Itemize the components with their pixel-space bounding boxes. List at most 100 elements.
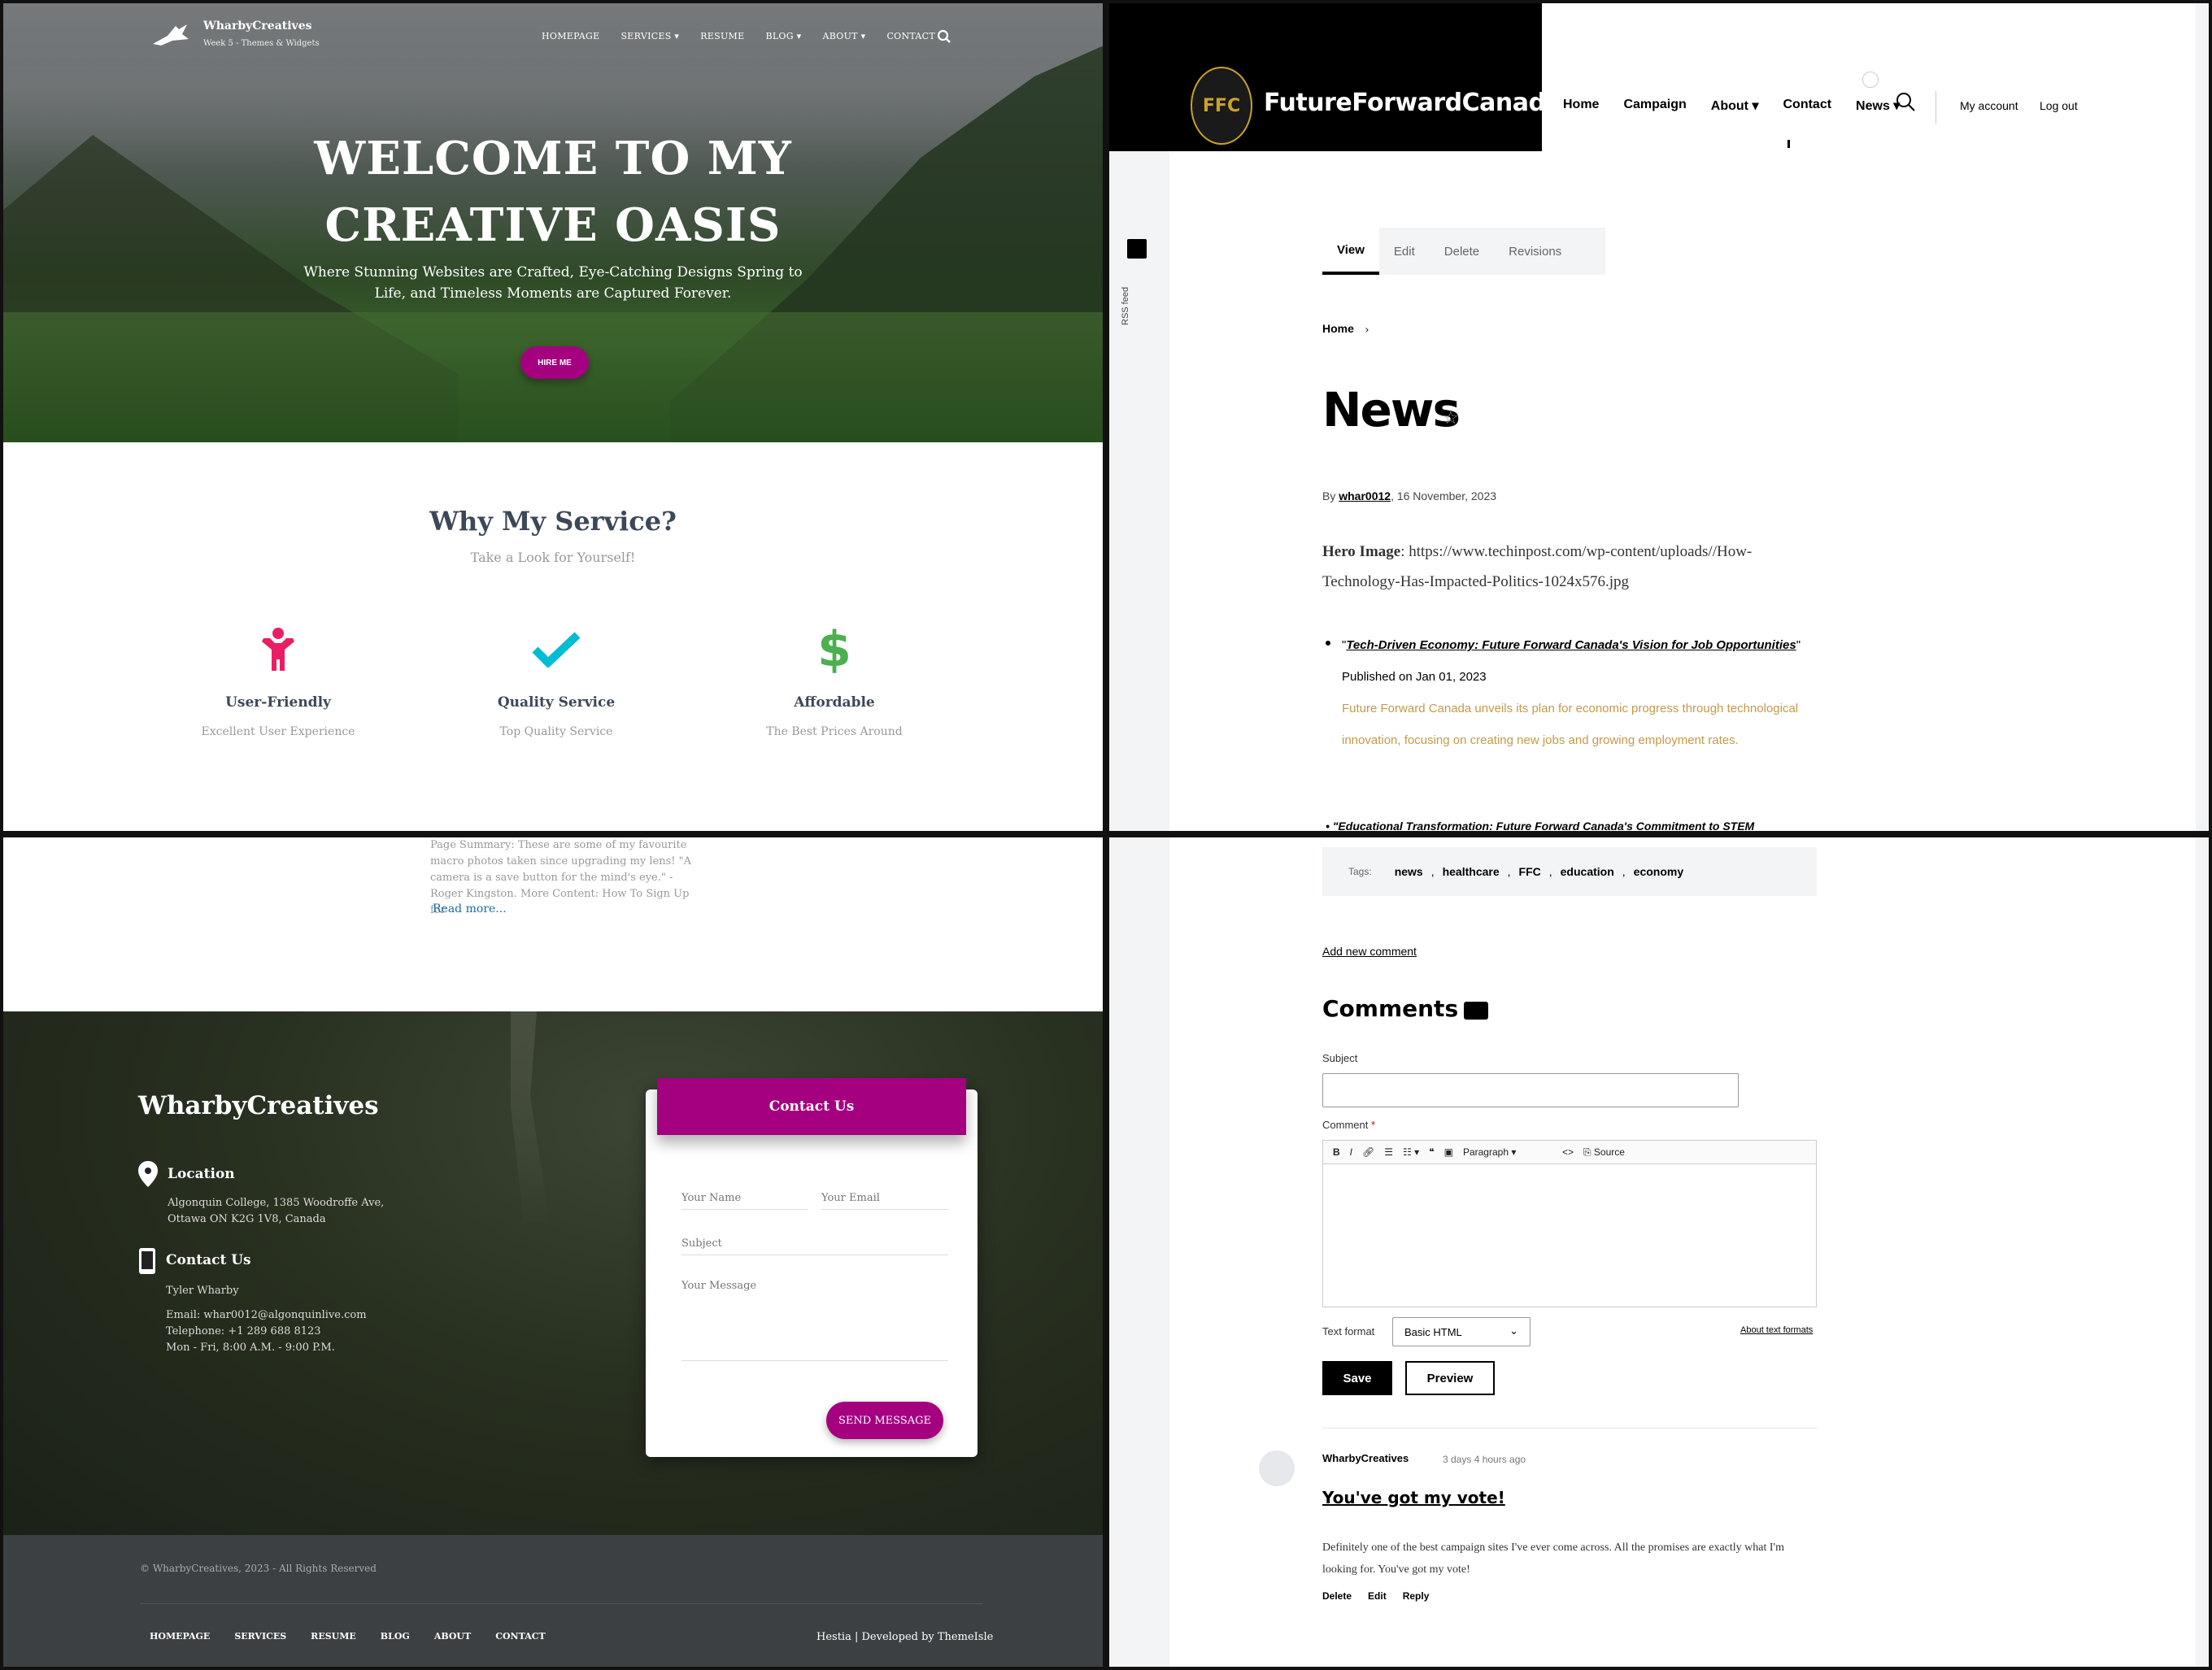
feature-user-friendly: User-Friendly Excellent User Experience: [156, 621, 400, 738]
footer-bar: [3, 1535, 1103, 1667]
comment-title-link[interactable]: You've got my vote!: [1322, 1488, 1505, 1507]
log-out-link[interactable]: Log out: [2040, 99, 2078, 112]
menu-item-resume[interactable]: RESUME: [700, 31, 744, 41]
contact-info-block: Contact Us Tyler Wharby Email: whar0012@…: [138, 1247, 367, 1354]
contact-hours: Mon - Fri, 8:00 A.M. - 9:00 P.M.: [166, 1342, 335, 1354]
search-icon[interactable]: [1895, 91, 1916, 112]
contact-form-header: Contact Us: [657, 1078, 966, 1135]
menu-item-news[interactable]: News ▾: [1856, 98, 1900, 114]
comment-reply-link[interactable]: Reply: [1403, 1590, 1430, 1602]
link-icon[interactable]: 🔗︎: [1362, 1146, 1374, 1158]
tag-link[interactable]: news: [1395, 865, 1423, 878]
comment-actions: Delete Edit Reply: [1322, 1590, 1429, 1602]
hire-me-button[interactable]: HIRE ME: [520, 346, 589, 379]
comment-delete-link[interactable]: Delete: [1322, 1590, 1352, 1602]
add-new-comment-link[interactable]: Add new comment: [1322, 945, 1417, 958]
source-button[interactable]: ⎘ Source: [1583, 1146, 1625, 1159]
location-title: Location: [168, 1166, 235, 1182]
image-icon[interactable]: ▣: [1444, 1146, 1453, 1158]
tag-link[interactable]: education: [1561, 865, 1614, 878]
read-more-link[interactable]: Read more...: [433, 902, 507, 915]
footer-link-blog[interactable]: BLOG: [381, 1631, 410, 1642]
hero-image-field: Hero Image: https://www.techinpost.com/w…: [1322, 543, 1753, 590]
footer-link-services[interactable]: SERVICES: [234, 1631, 286, 1642]
italic-button[interactable]: I: [1350, 1146, 1352, 1158]
article-link[interactable]: Tech-Driven Economy: Future Forward Cana…: [1346, 638, 1796, 652]
comment-author[interactable]: WharbyCreatives: [1322, 1452, 1409, 1464]
feature-title: User-Friendly: [225, 694, 331, 711]
byline: By whar0012, 16 November, 2023: [1322, 489, 1497, 502]
code-icon[interactable]: <>: [1562, 1146, 1574, 1158]
drupal-news-top-panel: FFC FutureForwardCanada Home Campaign Ab…: [1109, 3, 2209, 831]
hero-title: WELCOME TO MY CREATIVE OASIS: [314, 132, 792, 252]
comment-edit-link[interactable]: Edit: [1368, 1590, 1387, 1602]
preview-button[interactable]: Preview: [1405, 1361, 1495, 1395]
menu-item-contact[interactable]: Contact: [1783, 98, 1831, 114]
message-textarea[interactable]: [681, 1280, 948, 1361]
about-text-formats-link[interactable]: About text formats: [1740, 1325, 1813, 1335]
footer-link-about[interactable]: ABOUT: [434, 1631, 471, 1642]
rss-feed-label[interactable]: RSS feed: [1121, 287, 1130, 325]
star-icon[interactable]: ☆: [1443, 408, 1459, 428]
my-account-link[interactable]: My account: [1960, 99, 2018, 112]
tag-link[interactable]: FFC: [1519, 865, 1541, 878]
tag-link[interactable]: healthcare: [1443, 865, 1500, 878]
name-input[interactable]: [681, 1192, 808, 1210]
tab-delete[interactable]: Delete: [1430, 228, 1494, 275]
footer-contact-section: WharbyCreatives Location Algonquin Colle…: [3, 1011, 1103, 1535]
bird-logo-icon[interactable]: [151, 21, 190, 47]
bold-button[interactable]: B: [1333, 1146, 1340, 1158]
dollar-icon: $: [817, 621, 851, 678]
tab-edit[interactable]: Edit: [1379, 228, 1430, 275]
subject-input[interactable]: [681, 1237, 948, 1255]
email-input[interactable]: [821, 1192, 948, 1210]
menu-item-services[interactable]: SERVICES ▾: [620, 31, 679, 41]
paragraph-dropdown[interactable]: Paragraph ▾: [1463, 1146, 1552, 1158]
footer-link-resume[interactable]: RESUME: [311, 1631, 356, 1642]
save-button[interactable]: Save: [1322, 1361, 1392, 1395]
feature-title: Quality Service: [497, 694, 616, 711]
footer-link-homepage[interactable]: HOMEPAGE: [150, 1631, 210, 1642]
bulleted-list-icon[interactable]: ☰: [1384, 1146, 1393, 1158]
menu-item-homepage[interactable]: HOMEPAGE: [542, 31, 599, 41]
main-menu: HOMEPAGE SERVICES ▾ RESUME BLOG ▾ ABOUT …: [542, 31, 935, 41]
tab-revisions[interactable]: Revisions: [1494, 228, 1576, 275]
text-format-select[interactable]: Basic HTML ⌄: [1392, 1317, 1531, 1346]
chevron-right-icon: ›: [1365, 324, 1369, 337]
comment-body-textarea[interactable]: [1322, 1164, 1817, 1307]
feature-desc: Top Quality Service: [499, 725, 613, 738]
tab-view[interactable]: View: [1322, 228, 1379, 275]
menu-item-blog[interactable]: BLOG ▾: [765, 31, 801, 41]
tags-label: Tags:: [1348, 866, 1372, 877]
site-brand[interactable]: WharbyCreatives: [203, 20, 311, 33]
ffc-logo[interactable]: FFC: [1191, 67, 1252, 145]
branding-block: FFC FutureForwardCanada: [1109, 3, 1562, 151]
pencil-edit-icon[interactable]: [1862, 72, 1879, 88]
numbered-list-icon[interactable]: ☷ ▾: [1403, 1146, 1419, 1158]
menu-item-about[interactable]: ABOUT ▾: [822, 31, 865, 41]
menu-item-home[interactable]: Home: [1563, 98, 1599, 114]
contact-title: Contact Us: [166, 1252, 251, 1268]
comment-bubble-icon: [1464, 1002, 1488, 1020]
footer-link-contact[interactable]: CONTACT: [495, 1631, 545, 1642]
breadcrumb-home[interactable]: Home: [1322, 322, 1354, 335]
rss-icon[interactable]: [1127, 239, 1147, 259]
feature-desc: Excellent User Experience: [201, 725, 355, 738]
menu-item-contact[interactable]: CONTACT: [886, 31, 935, 41]
tags-field: Tags: news, healthcare, FFC, education, …: [1322, 847, 1817, 896]
comment-label: Comment *: [1322, 1119, 1376, 1131]
checkmark-icon: [532, 632, 581, 668]
menu-item-campaign[interactable]: Campaign: [1623, 98, 1686, 114]
tag-link[interactable]: economy: [1634, 865, 1683, 878]
map-pin-icon: [138, 1161, 158, 1187]
subject-input[interactable]: [1322, 1073, 1739, 1107]
theme-credit[interactable]: Hestia | Developed by ThemeIsle: [816, 1631, 993, 1643]
author-link[interactable]: whar0012: [1339, 489, 1391, 502]
next-article-link[interactable]: • "Educational Transformation: Future Fo…: [1326, 820, 1754, 831]
divider: [1322, 1428, 1817, 1429]
send-message-button[interactable]: SEND MESSAGE: [826, 1402, 943, 1439]
site-name[interactable]: FutureForwardCanada: [1264, 89, 1562, 117]
search-icon[interactable]: [937, 29, 951, 44]
menu-item-about[interactable]: About ▾: [1711, 98, 1759, 114]
blockquote-icon[interactable]: ❝: [1429, 1146, 1434, 1158]
